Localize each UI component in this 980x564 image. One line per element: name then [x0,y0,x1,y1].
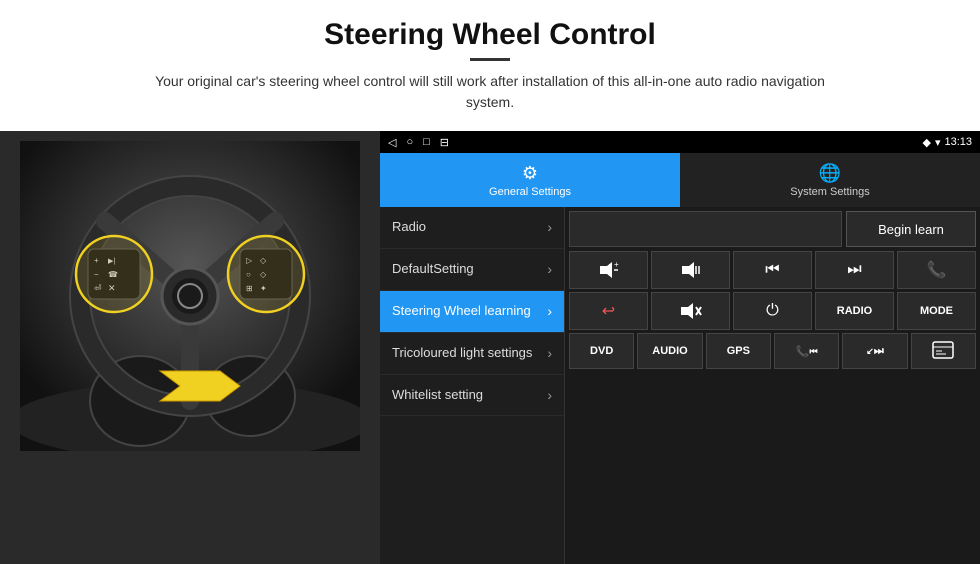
menu-item-default[interactable]: DefaultSetting › [380,249,564,291]
recents-icon[interactable]: □ [423,136,430,148]
phone-prev-button[interactable]: 📞⏮ [774,333,839,369]
next-track-button[interactable]: ⏭ [815,251,894,289]
status-bar-nav-icons: ◁ ○ □ ⊟ [388,136,449,149]
steering-wheel-svg: + ▶| − ☎ ⏎ ✕ ▷ ◇ ○ ◇ ⊞ ✦ [20,141,360,451]
control-grid-row2: ↩ ⏻ RADIO MODE [569,292,976,330]
vol-down-button[interactable] [651,251,730,289]
header-section: Steering Wheel Control Your original car… [0,0,980,123]
control-panel: Begin learn + ⏮ ⏭ 📞 [565,207,980,564]
android-panel: ◁ ○ □ ⊟ ◆ ▾ 13:13 ⚙ General Settings [380,131,980,564]
page-title: Steering Wheel Control [60,18,920,52]
tab-system-settings[interactable]: 🌐 System Settings [680,153,980,207]
menu-item-radio[interactable]: Radio › [380,207,564,249]
control-grid-row1: + ⏮ ⏭ 📞 [569,251,976,289]
phone-button[interactable]: 📞 [897,251,976,289]
tab-system-label: System Settings [790,186,869,198]
location-icon: ◆ [922,136,930,149]
globe-icon: 🌐 [819,163,841,184]
chevron-icon: › [547,219,552,235]
chevron-icon: › [547,345,552,361]
svg-text:+: + [614,262,619,269]
gps-button[interactable]: GPS [706,333,771,369]
extra-button[interactable] [911,333,976,369]
time-display: 13:13 [944,136,972,148]
begin-learn-button[interactable]: Begin learn [846,211,976,247]
tab-general-label: General Settings [489,186,571,198]
menu-item-tricolour[interactable]: Tricoloured light settings › [380,333,564,375]
dvd-button[interactable]: DVD [569,333,634,369]
chevron-icon: › [547,303,552,319]
radio-row: Begin learn [569,211,976,247]
audio-button[interactable]: AUDIO [637,333,702,369]
page-subtitle: Your original car's steering wheel contr… [130,71,850,113]
menu-panel: Radio › DefaultSetting › Steering Wheel … [380,207,565,564]
call-end-button[interactable]: ↩ [569,292,648,330]
photo-panel: + ▶| − ☎ ⏎ ✕ ▷ ◇ ○ ◇ ⊞ ✦ [0,131,380,564]
tab-general-settings[interactable]: ⚙ General Settings [380,153,680,207]
radio-display-box [569,211,842,247]
bottom-grid: DVD AUDIO GPS 📞⏮ ↙⏭ [569,333,976,369]
home-icon[interactable]: ○ [406,136,413,148]
chevron-icon: › [547,261,552,277]
vol-up-button[interactable]: + [569,251,648,289]
back-icon[interactable]: ◁ [388,136,396,149]
title-divider [470,58,510,61]
mute-button[interactable] [651,292,730,330]
menu-item-steering[interactable]: Steering Wheel learning › [380,291,564,333]
prev-track-button[interactable]: ⏮ [733,251,812,289]
status-bar-info: ◆ ▾ 13:13 [922,136,972,149]
content-row: + ▶| − ☎ ⏎ ✕ ▷ ◇ ○ ◇ ⊞ ✦ [0,131,980,564]
menu-icon[interactable]: ⊟ [440,136,449,149]
chevron-icon: › [547,387,552,403]
power-button[interactable]: ⏻ [733,292,812,330]
page-container: Steering Wheel Control Your original car… [0,0,980,564]
main-area: Radio › DefaultSetting › Steering Wheel … [380,207,980,564]
gear-icon: ⚙ [522,163,538,184]
mode-button[interactable]: MODE [897,292,976,330]
status-bar: ◁ ○ □ ⊟ ◆ ▾ 13:13 [380,131,980,153]
phone-next-button[interactable]: ↙⏭ [842,333,907,369]
wifi-icon: ▾ [935,136,941,149]
radio-button[interactable]: RADIO [815,292,894,330]
tab-bar: ⚙ General Settings 🌐 System Settings [380,153,980,207]
menu-item-whitelist[interactable]: Whitelist setting › [380,375,564,417]
